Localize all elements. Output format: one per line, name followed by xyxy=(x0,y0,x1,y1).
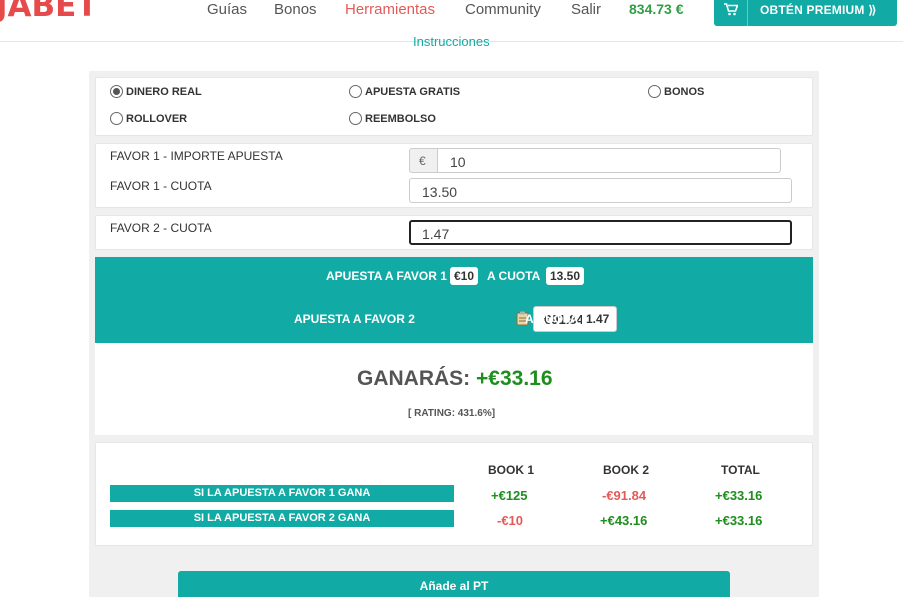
gain-value: +€33.16 xyxy=(476,367,553,390)
favor2-odds-label: FAVOR 2 - CUOTA xyxy=(110,221,212,235)
nav-herramientas[interactable]: Herramientas xyxy=(345,1,435,18)
radio-rollover[interactable]: ROLLOVER xyxy=(110,112,187,125)
nav-guias[interactable]: Guías xyxy=(207,1,247,18)
favor1-odds-pill: 13.50 xyxy=(546,267,585,285)
site-logo[interactable]: JABET xyxy=(0,0,97,24)
currency-addon: € xyxy=(409,148,437,173)
rating-text: [ RATING: 431.6%] xyxy=(408,408,496,419)
nav-salir[interactable]: Salir xyxy=(571,1,601,18)
cell-favor2-book1: -€10 xyxy=(497,513,524,528)
gain-card: GANARÁS: +€33.16 [ RATING: 431.6%] xyxy=(95,343,813,435)
favor2-bet-text: APUESTA A FAVOR 2 xyxy=(294,312,415,326)
radio-apuesta-gratis[interactable]: APUESTA GRATIS xyxy=(349,85,460,98)
col-header-total: TOTAL xyxy=(721,463,760,477)
col-header-book2: BOOK 2 xyxy=(603,463,650,477)
a-cuota-text: A CUOTA xyxy=(525,312,579,326)
favor1-stake-label: FAVOR 1 - IMPORTE APUESTA xyxy=(110,149,283,163)
cell-favor2-book2: +€43.16 xyxy=(600,513,648,528)
add-to-pt-button[interactable]: Añade al PT xyxy=(178,571,730,597)
nav-community[interactable]: Community xyxy=(465,1,541,18)
favor2-odds-pill: 1.47 xyxy=(582,310,614,328)
a-cuota-text: A CUOTA xyxy=(487,269,541,283)
favor1-bet-text: APUESTA A FAVOR 1 xyxy=(326,269,447,283)
cell-favor1-book2: -€91.84 xyxy=(602,488,647,503)
gain-label: GANARÁS: xyxy=(357,367,471,390)
nav-bonos[interactable]: Bonos xyxy=(274,1,317,18)
radio-unchecked-icon xyxy=(110,112,123,125)
favor2-odds-input[interactable]: 1.47 xyxy=(409,220,792,245)
radio-unchecked-icon xyxy=(349,112,362,125)
premium-button[interactable]: OBTÉN PREMIUM ⟫ xyxy=(714,0,897,26)
radio-bonos[interactable]: BONOS xyxy=(648,85,704,98)
cell-favor1-total: +€33.16 xyxy=(715,488,763,503)
favor1-stake-input[interactable]: 10 xyxy=(437,148,781,173)
radio-unchecked-icon xyxy=(349,85,362,98)
cart-icon xyxy=(714,0,748,26)
favor1-odds-input[interactable]: 13.50 xyxy=(409,178,792,203)
favor1-stake-pill: €10 xyxy=(450,267,479,285)
row-label-favor1: SI LA APUESTA A FAVOR 1 GANA xyxy=(110,485,454,502)
cell-favor1-book1: +€125 xyxy=(491,488,528,503)
favor1-odds-label: FAVOR 1 - CUOTA xyxy=(110,179,212,193)
radio-checked-icon xyxy=(110,85,123,98)
instructions-link[interactable]: Instrucciones xyxy=(413,34,490,49)
radio-reembolso[interactable]: REEMBOLSO xyxy=(349,112,436,125)
radio-dinero-real[interactable]: DINERO REAL xyxy=(110,85,202,98)
cell-favor2-total: +€33.16 xyxy=(715,513,763,528)
gain-title: GANARÁS: +€33.16 xyxy=(357,367,553,391)
col-header-book1: BOOK 1 xyxy=(488,463,535,477)
result-band: APUESTA A FAVOR 1 €10 A CUOTA 13.50 APUE… xyxy=(95,257,813,343)
radio-unchecked-icon xyxy=(648,85,661,98)
premium-label: OBTÉN PREMIUM ⟫ xyxy=(760,3,877,17)
account-balance: 834.73 € xyxy=(629,1,684,17)
row-label-favor2: SI LA APUESTA A FAVOR 2 GANA xyxy=(110,510,454,527)
